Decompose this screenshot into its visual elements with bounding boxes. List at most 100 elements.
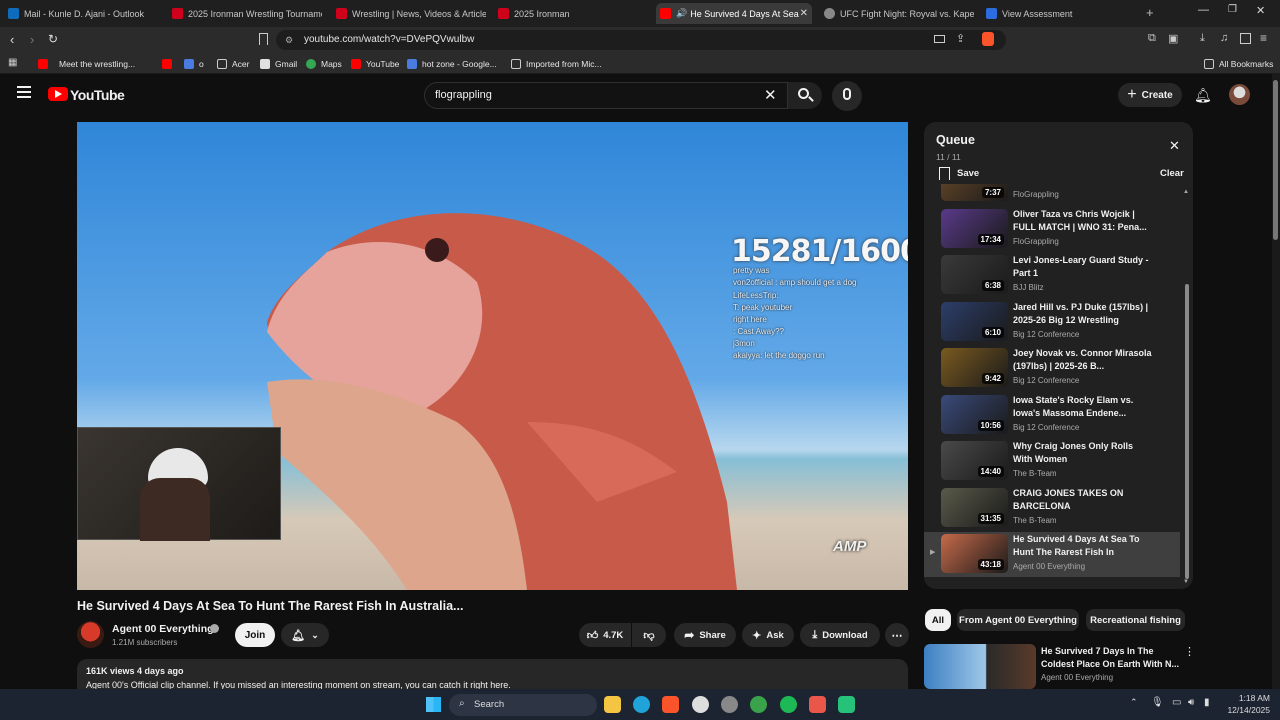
microphone-tray-icon[interactable]: 🎙︎ — [1151, 697, 1164, 708]
queue-item-title[interactable]: Joey Novak vs. Connor Mirasola (197lbs) … — [1013, 347, 1153, 373]
cast-icon[interactable] — [934, 35, 945, 43]
queue-item[interactable]: 6:38 Levi Jones-Leary Guard Study - Part … — [924, 253, 1182, 298]
queue-thumbnail[interactable]: 43:18 — [941, 534, 1008, 573]
tab-view-assessment[interactable]: View Assessment — [986, 3, 1136, 24]
queue-item[interactable]: 17:34 Oliver Taza vs Chris Wojcik | FULL … — [924, 207, 1182, 252]
queue-thumbnail[interactable]: 7:37 — [941, 184, 1008, 201]
reload-icon[interactable]: ↻ — [48, 32, 58, 46]
bookmark-icon[interactable] — [259, 33, 268, 45]
queue-item-title[interactable]: CRAIG JONES TAKES ON BARCELONA — [1013, 487, 1153, 513]
back-icon[interactable]: ‹ — [10, 32, 14, 47]
close-tab-icon[interactable]: ✕ — [800, 8, 808, 19]
ask-button[interactable]: ✦ Ask — [742, 623, 794, 647]
queue-item[interactable]: 31:35 CRAIG JONES TAKES ON BARCELONA The B… — [924, 486, 1182, 531]
close-queue-icon[interactable]: ✕ — [1169, 138, 1180, 154]
queue-item-title[interactable]: Oliver Taza vs Chris Wojcik | FULL MATCH… — [1013, 208, 1153, 234]
queue-item[interactable]: 9:42 Joey Novak vs. Connor Mirasola (197l… — [924, 346, 1182, 391]
queue-item[interactable]: 10:56 Iowa State's Rocky Elam vs. Iowa's … — [924, 393, 1182, 438]
avatar[interactable] — [1229, 84, 1250, 105]
youtube-logo-icon[interactable] — [48, 87, 68, 101]
queue-thumbnail[interactable]: 10:56 — [941, 394, 1008, 434]
bookmark-item[interactable]: Meet the wrestling... — [38, 56, 135, 71]
tab-ironman-tournament[interactable]: 2025 Ironman Wrestling Tournament — [172, 3, 322, 24]
chat-app-icon[interactable] — [838, 696, 855, 713]
bookmark-item[interactable]: Maps — [306, 56, 342, 71]
queue-thumbnail[interactable]: 9:42 — [941, 348, 1008, 387]
new-tab-icon[interactable]: + — [1146, 5, 1154, 20]
queue-scrollbar[interactable] — [1185, 284, 1189, 579]
apps-grid-icon[interactable]: ▦ — [8, 57, 17, 68]
brave-shield-icon[interactable] — [982, 32, 994, 46]
more-vertical-icon[interactable]: ⋮ — [1184, 645, 1195, 658]
page-scrollbar-track[interactable] — [1272, 74, 1280, 689]
queue-item[interactable]: 6:10 Jared Hill vs. PJ Duke (157lbs) | 20… — [924, 300, 1182, 345]
recommendation-title[interactable]: He Survived 7 Days In The Coldest Place … — [1041, 645, 1181, 671]
bookmark-item[interactable] — [162, 56, 177, 71]
bookmark-item[interactable]: YouTube — [351, 56, 399, 71]
bookmark-item[interactable]: Acer — [217, 56, 249, 71]
tab-ufc[interactable]: UFC Fight Night: Royval vs. Kape live — [824, 3, 974, 24]
search-button[interactable] — [788, 82, 822, 109]
clear-search-icon[interactable]: ✕ — [764, 86, 777, 104]
clock-app-icon[interactable] — [692, 696, 709, 713]
queue-item-title[interactable]: Jared Hill vs. PJ Duke (157lbs) | 2025-2… — [1013, 301, 1153, 327]
url-field[interactable]: ⚙ youtube.com/watch?v=DVePQVwulbw — [276, 30, 1006, 50]
bookmark-item[interactable]: Gmail — [260, 56, 297, 71]
channel-avatar[interactable] — [77, 621, 104, 648]
app-icon[interactable] — [809, 696, 826, 713]
queue-item[interactable]: 7:37Black Belt Finals At No-Gi...FloGrap… — [924, 184, 1182, 205]
brave-icon[interactable] — [662, 696, 679, 713]
minimize-icon[interactable]: — — [1198, 4, 1209, 16]
sidebar-icon[interactable] — [1240, 33, 1251, 44]
xbox-icon[interactable] — [750, 696, 767, 713]
taskbar-date[interactable]: 12/14/2025 — [1218, 705, 1270, 715]
queue-item-title[interactable]: Levi Jones-Leary Guard Study - Part 1 — [1013, 254, 1153, 280]
queue-item-title[interactable]: He Survived 4 Days At Sea To Hunt The Ra… — [1013, 533, 1153, 560]
tab-youtube-active[interactable]: 🔊 He Survived 4 Days At Sea To ✕ — [656, 3, 812, 24]
dislike-button[interactable]: 👎︎ — [632, 623, 666, 647]
queue-item-title[interactable]: Why Craig Jones Only Rolls With Women — [1013, 440, 1153, 466]
queue-thumbnail[interactable]: 6:10 — [941, 301, 1008, 341]
network-icon[interactable]: ▭ — [1172, 697, 1181, 708]
queue-thumbnail[interactable]: 6:38 — [941, 255, 1008, 294]
video-player[interactable]: 15281/16000 pretty was von2official : am… — [77, 122, 908, 590]
youtube-logo-text[interactable]: YouTube — [70, 87, 125, 103]
queue-clear-button[interactable]: Clear — [1160, 168, 1184, 179]
join-button[interactable]: Join — [235, 623, 275, 647]
bookmark-item[interactable]: Imported from Mic... — [511, 56, 602, 71]
tray-chevron-icon[interactable]: ⌃ — [1130, 697, 1138, 708]
bookmark-item[interactable]: hot zone - Google... — [407, 56, 497, 71]
notifications-bell-icon[interactable]: 🔔︎ — [1194, 87, 1212, 104]
queue-save-button[interactable]: Save — [957, 168, 979, 179]
forward-icon[interactable]: › — [30, 32, 34, 47]
notification-subscribe-button[interactable]: 🔔︎ ⌄ — [281, 623, 329, 647]
queue-item[interactable]: 14:40 Why Craig Jones Only Rolls With Wom… — [924, 439, 1182, 484]
taskbar-search[interactable]: ⌕ Search — [449, 694, 597, 716]
wallet-icon[interactable]: ▣ — [1168, 32, 1178, 45]
edge-icon[interactable] — [633, 696, 650, 713]
file-explorer-icon[interactable] — [604, 696, 621, 713]
search-input[interactable]: flograppling — [424, 82, 788, 109]
restore-icon[interactable]: ❐ — [1228, 4, 1237, 15]
recommendation-thumbnail[interactable] — [924, 644, 1036, 689]
spotify-icon[interactable] — [780, 696, 797, 713]
menu-icon[interactable]: ≡ — [1260, 31, 1267, 45]
like-button[interactable]: 👍︎ 4.7K — [579, 623, 631, 647]
chip-from-channel[interactable]: From Agent 00 Everything — [957, 609, 1079, 631]
queue-thumbnail[interactable]: 31:35 — [941, 487, 1008, 527]
description-box[interactable]: 161K views 4 days ago Agent 00's Officia… — [77, 659, 908, 690]
queue-item[interactable]: ▶ 43:18 He Survived 4 Days At Sea To Hunt … — [924, 532, 1180, 577]
site-info-icon[interactable]: ⚙ — [285, 30, 293, 50]
battery-icon[interactable]: ▮ — [1204, 697, 1210, 708]
all-bookmarks[interactable]: All Bookmarks — [1204, 56, 1273, 71]
scroll-up-icon[interactable]: ▲ — [1183, 189, 1189, 195]
queue-thumbnail[interactable]: 17:34 — [941, 208, 1008, 248]
scroll-down-icon[interactable]: ▼ — [1183, 579, 1189, 585]
page-scrollbar-thumb[interactable] — [1273, 80, 1278, 240]
create-button[interactable]: + Create — [1118, 83, 1182, 107]
windows-start-icon[interactable] — [426, 697, 441, 712]
download-toolbar-icon[interactable]: ⤓ — [1200, 32, 1205, 45]
channel-name[interactable]: Agent 00 Everything — [112, 623, 214, 635]
more-actions-button[interactable]: ⋯ — [885, 623, 909, 647]
volume-icon[interactable]: 🔊︎ — [1188, 697, 1194, 708]
